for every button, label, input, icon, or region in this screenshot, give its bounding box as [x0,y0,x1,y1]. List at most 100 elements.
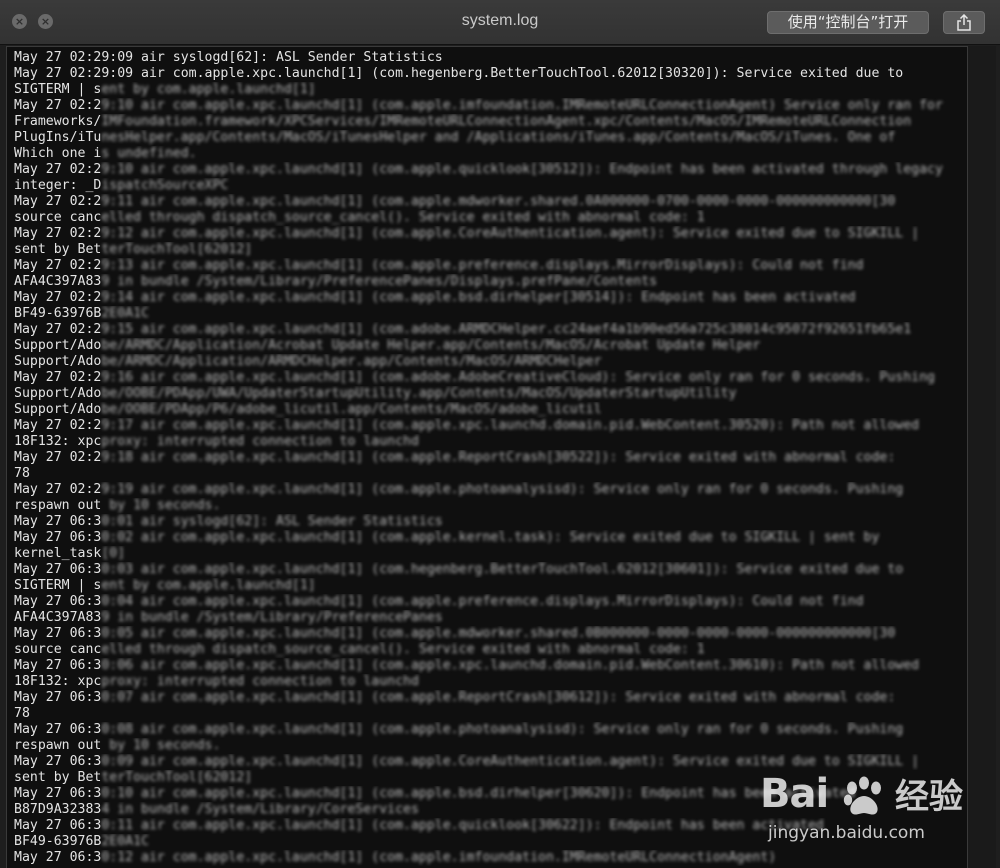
log-line-redacted: 2E0A1C [101,306,149,321]
log-line-text: May 27 06:3 [14,754,102,769]
log-line: BF49-63976B2E0A1C [14,306,967,322]
log-line: Support/Adobe/ARMDC/Application/ARMDCHel… [14,354,967,370]
log-line-redacted: 0:10 air com.apple.xpc.launchd[1] (com.a… [101,786,856,801]
log-line-redacted: 9:19 air com.apple.xpc.launchd[1] (com.a… [101,482,904,497]
log-line: May 27 02:29:16 air com.apple.xpc.launch… [14,370,967,386]
log-line-redacted: 0:03 air com.apple.xpc.launchd[1] (com.h… [101,562,904,577]
log-line-text: May 27 06:3 [14,786,102,801]
log-line-text: May 27 02:2 [14,258,102,273]
log-line: SIGTERM | sent by com.apple.launchd[1] [14,82,967,98]
log-line: May 27 02:29:15 air com.apple.xpc.launch… [14,322,967,338]
log-line: Support/Adobe/ARMDC/Application/Acrobat … [14,338,967,354]
log-line-text: May 27 06:3 [14,850,102,865]
log-line: Support/Adobe/OOBE/PDApp/UWA/UpdaterStar… [14,386,967,402]
log-line: 78 [14,706,967,722]
log-line: source cancelled through dispatch_source… [14,642,967,658]
log-line-redacted: nesHelper.app/Contents/MacOS/iTunesHelpe… [101,130,896,145]
log-line-text: May 27 06:3 [14,530,102,545]
log-line-text: source canc [14,642,102,657]
log-line: SIGTERM | sent by com.apple.launchd[1] [14,578,967,594]
log-line: May 27 06:30:07 air com.apple.xpc.launch… [14,690,967,706]
log-line: May 27 06:30:06 air com.apple.xpc.launch… [14,658,967,674]
share-icon [957,14,971,31]
console-window: × × system.log 使用“控制台”打开 May 27 02:29:09… [0,0,1000,868]
log-line-redacted: elled through dispatch_source_cancel(). … [101,210,705,225]
log-line-text: Support/Ado [14,338,102,353]
log-line-text: May 27 02:2 [14,194,102,209]
log-view[interactable]: May 27 02:29:09 air syslogd[62]: ASL Sen… [6,46,968,868]
share-button[interactable] [943,11,985,34]
log-line-text: BF49-63976B [14,834,102,849]
log-line-redacted: 9:17 air com.apple.xpc.launchd[1] (com.a… [101,418,920,433]
log-line-text: May 27 02:2 [14,98,102,113]
log-line: May 27 06:30:08 air com.apple.xpc.launch… [14,722,967,738]
log-line: May 27 06:30:12 air com.apple.xpc.launch… [14,850,967,866]
log-line: May 27 06:30:01 air syslogd[62]: ASL Sen… [14,514,967,530]
log-line: sent by BetterTouchTool[62012] [14,242,967,258]
log-line-redacted: 0:04 air com.apple.xpc.launchd[1] (com.a… [101,594,864,609]
log-line-text: May 27 06:3 [14,594,102,609]
log-line-text: sent by Bet [14,242,102,257]
log-line-redacted: IMFoundation.framework/XPCServices/IMRem… [101,114,912,129]
log-line-text: May 27 02:29:09 air com.apple.xpc.launch… [14,66,904,81]
log-line: respawn out by 10 seconds. [14,498,967,514]
log-line-redacted: 0:08 air com.apple.xpc.launchd[1] (com.a… [101,722,904,737]
log-line-redacted: 0:02 air com.apple.xpc.launchd[1] (com.a… [101,530,880,545]
close-icon[interactable]: × [12,14,27,29]
log-line-redacted: elled through dispatch_source_cancel(). … [101,642,705,657]
log-line: sent by BetterTouchTool[62012] [14,770,967,786]
log-line: May 27 02:29:18 air com.apple.xpc.launch… [14,450,967,466]
log-line-redacted: 0:07 air com.apple.xpc.launchd[1] (com.a… [101,690,896,705]
title-bar: × × system.log 使用“控制台”打开 [0,0,1000,45]
log-line-redacted: be/OOBE/PDApp/P6/adobe_licutil.app/Conte… [101,402,602,417]
log-line-text: B87D9A32383 [14,802,102,817]
log-line-redacted: 0:01 air syslogd[62]: ASL Sender Statist… [101,514,443,529]
log-line-redacted: [0] [101,546,126,561]
log-line: Frameworks/IMFoundation.framework/XPCSer… [14,114,967,130]
log-line: 18F132: xpcproxy: interrupted connection… [14,674,967,690]
log-line-text: AFA4C397A83 [14,610,102,625]
log-line: May 27 02:29:14 air com.apple.xpc.launch… [14,290,967,306]
log-line-redacted: terTouchTool[62012] [101,242,253,257]
log-line-text: SIGTERM | s [14,578,102,593]
minimize-icon[interactable]: × [38,14,53,29]
log-line-text: May 27 06:3 [14,722,102,737]
log-line-redacted: ent by com.apple.launchd[1] [101,82,316,97]
log-line-text: Support/Ado [14,402,102,417]
log-line-redacted: 2E0A1C [101,834,149,849]
log-line: May 27 02:29:09 air syslogd[62]: ASL Sen… [14,50,967,66]
log-line-text: sent by Bet [14,770,102,785]
log-line-redacted: 0:06 air com.apple.xpc.launchd[1] (com.a… [101,658,920,673]
log-line: May 27 02:29:10 air com.apple.xpc.launch… [14,162,967,178]
log-line-redacted: by 10 seconds. [101,738,221,753]
log-line-redacted: 9 in bundle /System/Library/PreferencePa… [101,274,658,289]
log-line-text: May 27 02:2 [14,450,102,465]
log-line-text: Which one i [14,146,102,161]
log-line: B87D9A323834 in bundle /System/Library/C… [14,802,967,818]
log-line-redacted: 9:10 air com.apple.xpc.launchd[1] (com.a… [101,98,943,113]
log-line: PlugIns/iTunesHelper.app/Contents/MacOS/… [14,130,967,146]
scrollbar[interactable] [968,46,996,868]
log-line-text: May 27 02:2 [14,418,102,433]
log-line-text: AFA4C397A83 [14,274,102,289]
log-line-text: 78 [14,706,30,721]
log-line-redacted: proxy: interrupted connection to launchd [101,674,419,689]
log-line-redacted: 9 in bundle /System/Library/PreferencePa… [101,610,443,625]
log-line: May 27 02:29:09 air com.apple.xpc.launch… [14,66,967,82]
log-line: May 27 02:29:17 air com.apple.xpc.launch… [14,418,967,434]
log-line-text: kernel_task [14,546,102,561]
log-line: 18F132: xpcproxy: interrupted connection… [14,434,967,450]
log-line: integer: _DispatchSourceXPC [14,178,967,194]
log-line: kernel_task[0] [14,546,967,562]
log-line-redacted: 9:14 air com.apple.xpc.launchd[1] (com.a… [101,290,856,305]
log-line-redacted: 9:12 air com.apple.xpc.launchd[1] (com.a… [101,226,920,241]
open-in-console-button[interactable]: 使用“控制台”打开 [767,11,929,34]
log-text: May 27 02:29:09 air syslogd[62]: ASL Sen… [7,47,967,866]
log-line-redacted: be/OOBE/PDApp/UWA/UpdaterStartupUtility.… [101,386,737,401]
log-line: Support/Adobe/OOBE/PDApp/P6/adobe_licuti… [14,402,967,418]
log-line: May 27 02:29:11 air com.apple.xpc.launch… [14,194,967,210]
log-line-text: source canc [14,210,102,225]
log-line: 78 [14,466,967,482]
log-line-redacted: 0:05 air com.apple.xpc.launchd[1] (com.a… [101,626,896,641]
log-line-text: May 27 02:2 [14,482,102,497]
